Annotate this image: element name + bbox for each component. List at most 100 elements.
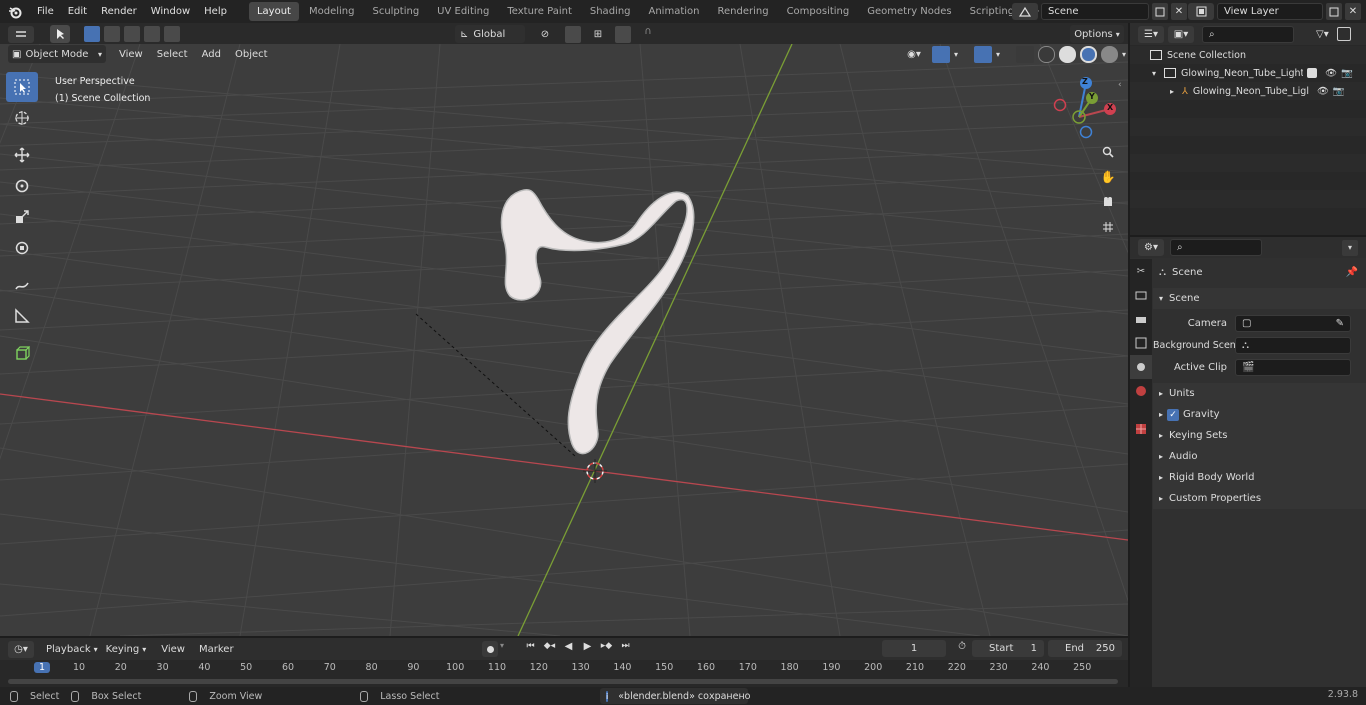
pin-icon[interactable]: 📌 [1346,267,1358,278]
menu-window[interactable]: Window [144,0,197,23]
rigid-body-world-panel[interactable]: ▸ Rigid Body World [1153,467,1366,488]
view-layer-icon[interactable] [1188,3,1214,20]
record-icon[interactable] [482,641,498,657]
tab-compositing[interactable]: Compositing [779,2,858,21]
select-box-tool-icon[interactable] [6,72,38,102]
expand-arrow-icon[interactable]: ▾ [1152,69,1164,78]
outliner-row-scene-collection[interactable]: Scene Collection [1130,46,1366,64]
outliner-search-input[interactable]: ⌕ [1202,25,1294,43]
active-tool-icon[interactable] [50,25,70,43]
view-layer-field[interactable]: View Layer [1217,3,1323,20]
snap-icon[interactable] [565,25,581,43]
jump-keyframe-forward-icon[interactable]: ▸◆ [598,641,615,657]
menu-file[interactable]: File [30,0,61,23]
menu-help[interactable]: Help [197,0,234,23]
audio-panel[interactable]: ▸ Audio [1153,446,1366,467]
select-mode-extend-icon[interactable] [104,26,120,42]
start-frame-field[interactable]: Start 1 [972,640,1044,657]
tab-animation[interactable]: Animation [641,2,708,21]
gravity-panel[interactable]: ▸ ✓ Gravity [1153,404,1366,425]
wireframe-shading-icon[interactable] [1038,46,1055,63]
tool-tab-icon[interactable]: ✂ [1130,259,1152,283]
world-tab-icon[interactable] [1130,379,1152,403]
play-icon[interactable]: ▶ [579,641,596,657]
timeline-scrollbar[interactable] [8,679,1118,684]
delete-scene-icon[interactable]: ✕ [1171,3,1187,20]
tab-geometry-nodes[interactable]: Geometry Nodes [859,2,959,21]
editor-type-icon[interactable] [8,25,34,43]
visibility-filter-icon[interactable]: ◉▾ [900,46,928,63]
gizmo-toggle-icon[interactable] [932,46,950,63]
camera-view-icon[interactable] [1098,192,1118,211]
cursor-tool-icon[interactable] [6,103,38,133]
menu-object[interactable]: Object [228,49,275,60]
scene-name-field[interactable]: Scene [1041,3,1149,20]
timeline-editor-icon[interactable]: ◷▾ [8,640,34,658]
measure-tool-icon[interactable] [6,301,38,331]
expand-arrow-icon[interactable]: ▸ [1170,87,1182,96]
gizmo-dropdown-icon[interactable]: ▾ [954,50,964,59]
snap-target-icon[interactable]: ⊞ [587,26,609,43]
pan-hand-icon[interactable]: ✋ [1098,167,1118,186]
display-mode-icon[interactable]: ▣▾ [1168,25,1194,43]
eyedropper-icon[interactable]: ✎ [1336,316,1344,331]
tab-layout[interactable]: Layout [248,2,299,21]
falloff-icon[interactable]: ∩ [637,26,659,43]
keying-menu[interactable]: Keying ▾ [102,640,151,658]
new-view-layer-icon[interactable] [1326,3,1342,20]
jump-keyframe-back-icon[interactable]: ◆◂ [541,641,558,657]
proportional-edit-icon[interactable] [615,25,631,43]
gravity-checkbox[interactable]: ✓ [1167,408,1180,421]
menu-view[interactable]: View [112,49,150,60]
sidebar-toggle-icon[interactable]: ‹ [1118,80,1122,90]
rotate-tool-icon[interactable] [6,171,38,201]
select-mode-subtract-icon[interactable] [124,26,140,42]
3d-viewport[interactable]: User Perspective (1) Scene Collection Z … [0,44,1128,636]
scene-icon[interactable] [1012,3,1038,20]
outliner-editor-icon[interactable]: ☰▾ [1138,25,1164,43]
navigation-gizmo[interactable]: Z X Y [1050,74,1120,140]
jump-start-icon[interactable]: ⏮ [522,641,539,657]
tab-rendering[interactable]: Rendering [709,2,776,21]
outliner-row-item[interactable]: ▸ ⅄ Glowing_Neon_Tube_Ligl 👁 📷 [1130,82,1366,100]
object-mode-dropdown[interactable]: ▣ Object Mode ▾ [8,45,106,63]
new-scene-icon[interactable] [1152,3,1168,20]
custom-properties-panel[interactable]: ▸ Custom Properties [1153,488,1366,509]
keying-sets-panel[interactable]: ▸ Keying Sets [1153,425,1366,446]
transform-tool-icon[interactable] [6,233,38,263]
tab-sculpting[interactable]: Sculpting [364,2,427,21]
units-panel[interactable]: ▸ Units [1153,383,1366,404]
timeline-ruler[interactable]: 1 10 20 30 40 50 60 70 80 90 100 110 120 130 140 150 160… [0,660,1128,687]
jump-end-icon[interactable]: ⏭ [617,641,634,657]
timeline-view-menu[interactable]: View [154,644,192,655]
playback-menu[interactable]: Playback ▾ [42,640,102,658]
menu-render[interactable]: Render [94,0,144,23]
tab-shading[interactable]: Shading [582,2,639,21]
render-tab-icon[interactable] [1130,283,1152,307]
view-layer-tab-icon[interactable] [1130,331,1152,355]
annotate-tool-icon[interactable] [6,270,38,300]
delete-view-layer-icon[interactable]: ✕ [1345,3,1361,20]
move-tool-icon[interactable] [6,140,38,170]
scene-tab-icon[interactable] [1130,355,1152,379]
output-tab-icon[interactable] [1130,307,1152,331]
tab-texture-paint[interactable]: Texture Paint [499,2,580,21]
background-scene-field[interactable]: ⛬ [1235,337,1351,354]
options-dropdown[interactable]: Options ▾ [1070,25,1124,43]
select-mode-intersect-icon[interactable] [164,26,180,42]
checkbox-icon[interactable] [1307,68,1317,78]
outliner-row-item[interactable]: ▾ Glowing_Neon_Tube_Light_Di 👁 📷 [1130,64,1366,82]
solid-shading-icon[interactable] [1059,46,1076,63]
filter-icon[interactable]: ▽▾ [1316,29,1329,40]
menu-edit[interactable]: Edit [61,0,94,23]
tab-uv-editing[interactable]: UV Editing [429,2,497,21]
new-collection-icon[interactable] [1336,27,1351,41]
properties-options-icon[interactable]: ▾ [1342,239,1358,256]
marker-menu[interactable]: Marker [192,644,241,655]
material-shading-icon[interactable] [1080,46,1097,63]
xray-toggle-icon[interactable] [1016,46,1034,63]
current-frame-field[interactable]: 1 [882,640,946,657]
add-cube-tool-icon[interactable] [6,338,38,368]
eye-icon[interactable]: 👁 [1317,86,1329,97]
scene-panel-header[interactable]: ▾ Scene [1153,288,1366,309]
